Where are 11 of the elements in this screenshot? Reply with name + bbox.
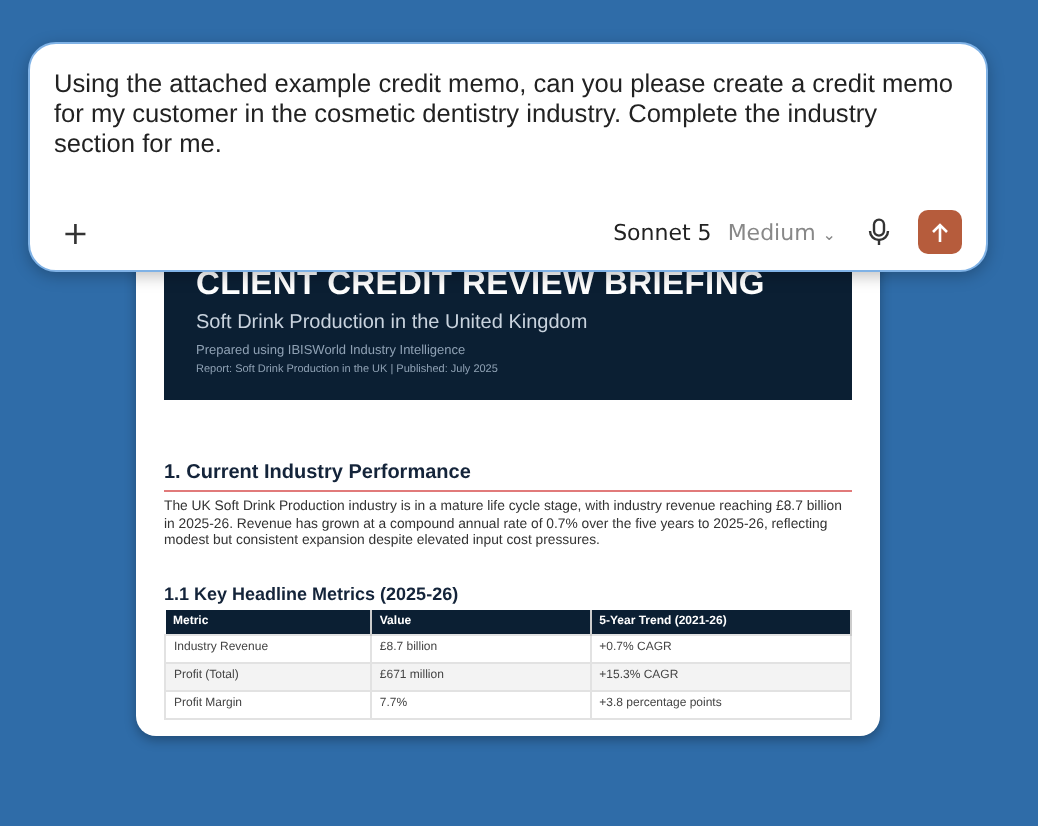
arrow-up-icon <box>930 221 950 243</box>
section-subheading: 1.1 Key Headline Metrics (2025-26) <box>164 583 461 603</box>
microphone-icon[interactable] <box>868 218 890 246</box>
prompt-text[interactable]: Using the attached example credit memo, can you please create a credit memo for my customer in the cosmetic dentistry industry. Complete the industry section for me. <box>54 68 962 210</box>
model-name[interactable]: Sonnet 5 <box>613 219 712 245</box>
document-subtitle: Soft Drink Production in the United Kingdom <box>196 312 590 334</box>
effort-dropdown[interactable]: Medium ⌄ <box>727 219 836 245</box>
prompt-box[interactable]: Using the attached example credit memo, can you please create a credit memo for my customer in the cosmetic dentistry industry. Complete the industry section for me. + Sonnet 5 Medium ⌄ <box>28 42 988 272</box>
section-heading: 1. Current Industry Performance <box>164 462 852 492</box>
add-button[interactable]: + <box>54 213 97 251</box>
send-button[interactable] <box>918 210 962 254</box>
